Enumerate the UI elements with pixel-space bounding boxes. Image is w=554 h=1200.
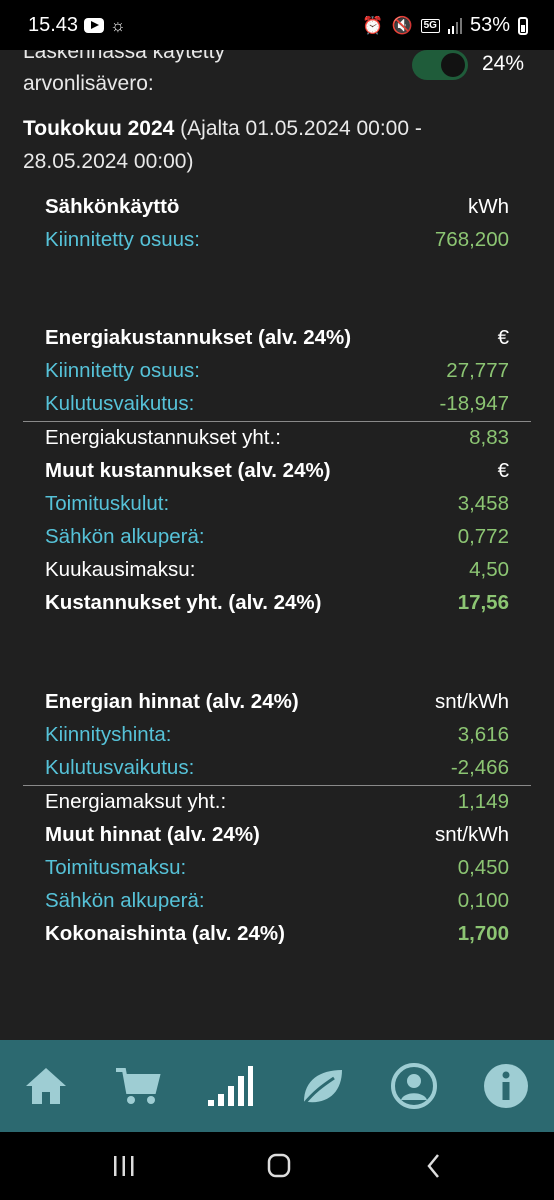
energy-costs-total: Energiakustannukset yht.: 8,83	[45, 422, 509, 454]
row-label: Toimituskulut:	[45, 492, 170, 515]
row-label: Energiakustannukset yht.:	[45, 426, 281, 449]
nav-usage[interactable]	[206, 1062, 254, 1110]
costs-grand-total: Kustannukset yht. (alv. 24%) 17,56	[45, 587, 509, 619]
toggle-knob	[441, 53, 465, 77]
row-value: 0,100	[457, 889, 509, 912]
energy-prices-total: Energiamaksut yht.: 1,149	[45, 786, 509, 818]
row-label: Kuukausimaksu:	[45, 558, 196, 581]
vat-label: Laskennassa käytetty arvonlisävero:	[23, 50, 225, 95]
row-label: Kulutusvaikutus:	[45, 756, 195, 779]
mute-icon: 🔇	[391, 15, 413, 35]
row-value: 1,700	[457, 922, 509, 945]
home-circle-icon	[267, 1153, 291, 1178]
unit-label: kWh	[468, 195, 509, 218]
row-value: 8,83	[469, 426, 509, 449]
list-item: Sähkön alkuperä: 0,772	[45, 521, 509, 553]
row-label: Kokonaishinta (alv. 24%)	[45, 922, 285, 945]
consumption-header: Sähkönkäyttö kWh	[45, 191, 509, 223]
row-label: Toimitusmaksu:	[45, 856, 187, 879]
row-label: Kiinnityshinta:	[45, 723, 172, 746]
home-button[interactable]	[259, 1150, 299, 1182]
report-content: Laskennassa käytetty arvonlisävero: 24% …	[0, 50, 554, 1040]
list-item: Sähkön alkuperä: 0,100	[45, 885, 509, 917]
list-item: Kiinnitetty osuus: 27,777	[45, 355, 509, 387]
other-costs-header: Muut kustannukset (alv. 24%) €	[45, 455, 509, 487]
row-label: Kiinnitetty osuus:	[45, 228, 200, 251]
list-item: Kulutusvaikutus: -2,466	[45, 752, 509, 784]
leaf-icon	[302, 1070, 342, 1105]
row-value: 27,777	[446, 359, 509, 382]
list-item: Kiinnitetty osuus: 768,200	[45, 224, 509, 256]
vat-value: 24%	[482, 52, 525, 75]
signal-strength-icon	[447, 17, 462, 34]
section-title: Energian hinnat (alv. 24%)	[45, 690, 299, 713]
battery-percentage: 53%	[469, 14, 510, 36]
list-item: Toimitusmaksu: 0,450	[45, 852, 509, 884]
info-icon	[484, 1064, 528, 1108]
period-heading: Toukokuu 2024 (Ajalta 01.05.2024 00:00 -…	[23, 112, 513, 178]
energy-prices-header: Energian hinnat (alv. 24%) snt/kWh	[45, 686, 509, 718]
unit-label: snt/kWh	[434, 690, 509, 713]
row-value: 0,772	[457, 525, 509, 548]
nav-info[interactable]	[482, 1062, 530, 1110]
list-item: Kuukausimaksu: 4,50	[45, 554, 509, 586]
row-label: Kulutusvaikutus:	[45, 392, 195, 415]
row-label: Sähkön alkuperä:	[45, 889, 205, 912]
list-item: Kiinnityshinta: 3,616	[45, 719, 509, 751]
section-title: Sähkönkäyttö	[45, 195, 180, 218]
section-title: Muut hinnat (alv. 24%)	[45, 823, 260, 846]
vat-toggle[interactable]	[412, 50, 468, 80]
row-label: Kiinnitetty osuus:	[45, 359, 200, 382]
row-label: Kustannukset yht. (alv. 24%)	[45, 591, 322, 614]
other-prices-header: Muut hinnat (alv. 24%) snt/kWh	[45, 819, 509, 851]
alarm-icon: ⏰	[362, 15, 384, 35]
list-item: Toimituskulut: 3,458	[45, 488, 509, 520]
nav-environment[interactable]	[298, 1062, 346, 1110]
user-icon	[391, 1063, 437, 1109]
bottom-navigation	[0, 1040, 554, 1132]
prices-grand-total: Kokonaishinta (alv. 24%) 1,700	[45, 918, 509, 950]
section-title: Energiakustannukset (alv. 24%)	[45, 326, 352, 349]
energy-costs-header: Energiakustannukset (alv. 24%) €	[45, 322, 509, 354]
recent-apps-icon	[114, 1156, 134, 1176]
list-item: Kulutusvaikutus: -18,947	[45, 388, 509, 420]
unit-label: €	[497, 326, 509, 349]
section-title: Muut kustannukset (alv. 24%)	[45, 459, 331, 482]
signal-bars-icon	[208, 1066, 253, 1106]
battery-icon	[518, 16, 528, 35]
row-value: 17,56	[457, 591, 509, 614]
recent-apps-button[interactable]	[104, 1150, 144, 1182]
unit-label: snt/kWh	[434, 823, 509, 846]
youtube-icon	[84, 18, 105, 33]
row-value: 768,200	[434, 228, 509, 251]
nav-cart[interactable]	[114, 1062, 162, 1110]
unit-label: €	[497, 459, 509, 482]
row-label: Sähkön alkuperä:	[45, 525, 205, 548]
row-value: -2,466	[450, 756, 509, 779]
cart-icon	[116, 1068, 161, 1104]
nav-account[interactable]	[390, 1062, 438, 1110]
row-value: 1,149	[457, 790, 509, 813]
row-value: 0,450	[457, 856, 509, 879]
period-title: Toukokuu 2024	[23, 117, 175, 140]
network-type: 5G	[420, 18, 440, 33]
row-value: 3,616	[457, 723, 509, 746]
system-navigation-bar	[0, 1132, 554, 1200]
status-bar: 15.43 ☼ ⏰ 🔇 5G 53%	[0, 0, 554, 50]
row-value: 4,50	[469, 558, 509, 581]
row-value: 3,458	[457, 492, 509, 515]
row-label: Energiamaksut yht.:	[45, 790, 227, 813]
nav-home[interactable]	[22, 1062, 70, 1110]
row-value: -18,947	[439, 392, 509, 415]
home-icon	[26, 1068, 66, 1104]
back-button[interactable]	[414, 1150, 454, 1182]
back-chevron-icon	[427, 1154, 439, 1178]
brightness-icon: ☼	[110, 15, 126, 35]
status-time: 15.43	[28, 14, 79, 36]
